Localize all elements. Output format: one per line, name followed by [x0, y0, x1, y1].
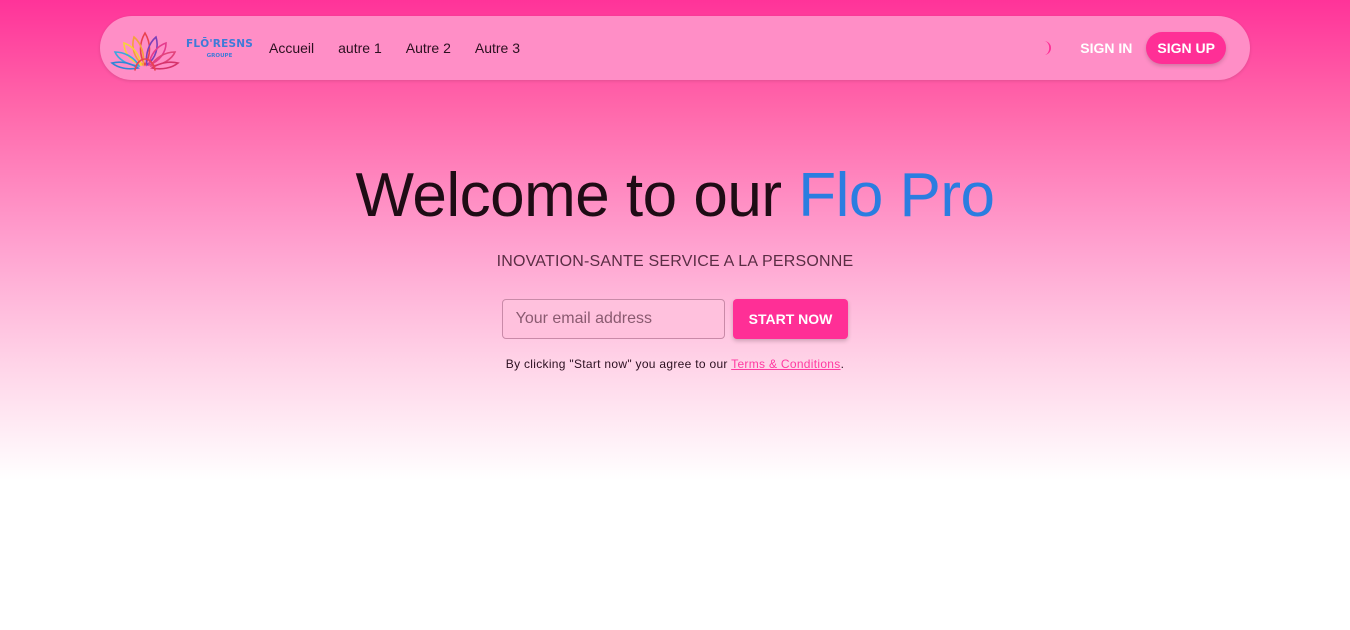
terms-link[interactable]: Terms & Conditions [731, 357, 840, 371]
nav-link-autre-1[interactable]: autre 1 [326, 40, 394, 56]
logo-subtitle: GROUPE [206, 52, 233, 59]
nav-link-autre-2[interactable]: Autre 2 [394, 40, 463, 56]
hero-title-prefix: Welcome to our [355, 161, 799, 230]
sign-up-button[interactable]: SIGN UP [1146, 32, 1226, 64]
hero-title: Welcome to our Flo Pro [0, 155, 1350, 237]
nav-link-accueil[interactable]: Accueil [257, 40, 326, 56]
nav-links: Accueil autre 1 Autre 2 Autre 3 [257, 40, 532, 56]
hero-title-accent: Flo Pro [798, 161, 995, 230]
terms-suffix: . [840, 357, 845, 371]
terms-notice: By clicking "Start now" you agree to our… [0, 357, 1350, 371]
crescent-moon-icon [1044, 41, 1052, 55]
hero-section: Welcome to our Flo Pro INOVATION-SANTE S… [0, 155, 1350, 371]
email-signup-form: START NOW [0, 299, 1350, 339]
lotus-logo-icon [110, 31, 180, 71]
hero-subtitle: INOVATION-SANTE SERVICE A LA PERSONNE [496, 253, 854, 270]
sign-in-button[interactable]: SIGN IN [1074, 33, 1138, 63]
email-input[interactable] [501, 299, 725, 339]
nav-actions: SIGN IN SIGN UP [1038, 32, 1226, 64]
terms-prefix: By clicking "Start now" you agree to our [505, 357, 732, 371]
start-now-button[interactable]: START NOW [732, 299, 849, 339]
logo-name: FLŌ'RESNS [186, 37, 253, 50]
nav-link-autre-3[interactable]: Autre 3 [463, 40, 532, 56]
brand-logo[interactable]: FLŌ'RESNS GROUPE [108, 20, 253, 76]
theme-toggle-button[interactable] [1038, 39, 1056, 57]
top-navbar: FLŌ'RESNS GROUPE Accueil autre 1 Autre 2… [100, 16, 1250, 80]
